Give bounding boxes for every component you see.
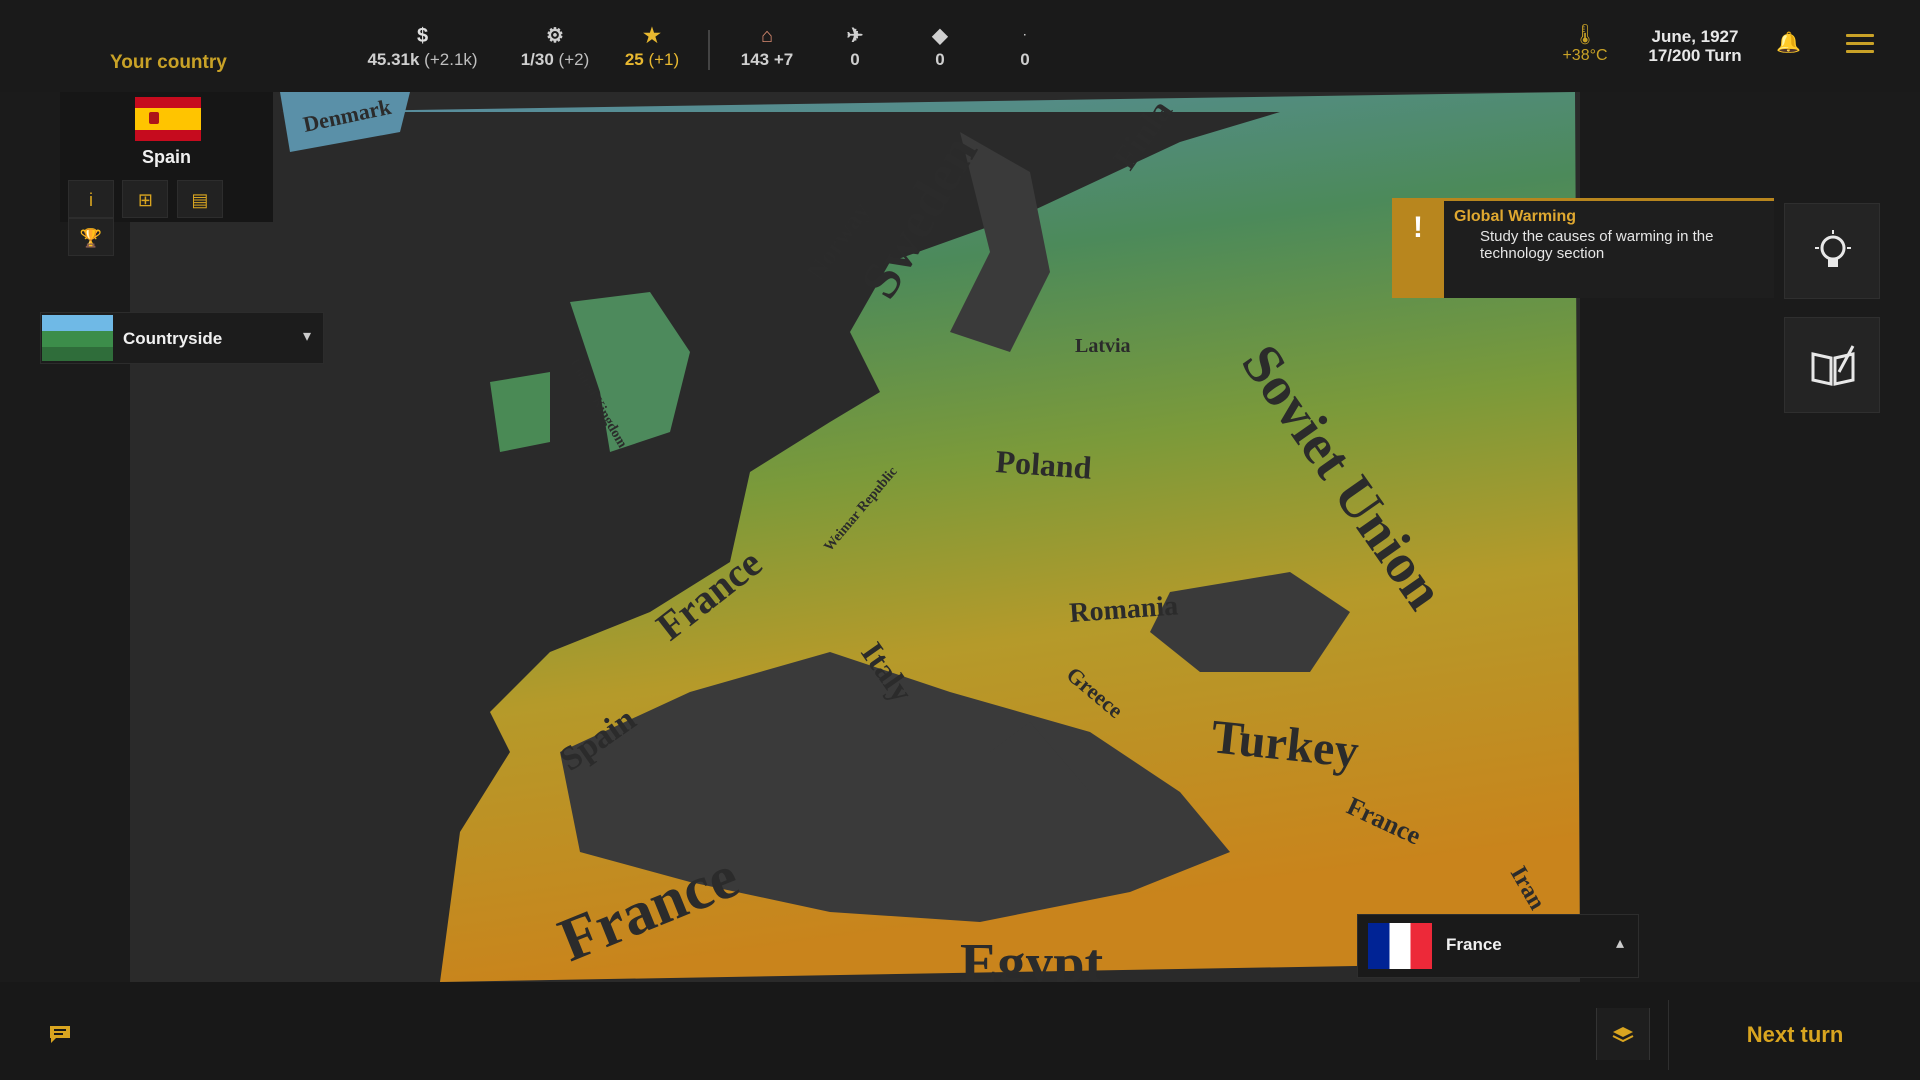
money-resource[interactable]: $ 45.31k (+2.1k) [360,24,485,74]
book-quill-icon [1811,345,1855,386]
temperature-display[interactable]: 🌡 +38°C [1550,22,1620,65]
gear-icon: ⚙ [546,25,564,47]
exclamation-icon: ! [1392,198,1444,298]
date-display: June, 1927 17/200 Turn [1620,27,1770,65]
next-turn-button[interactable]: Next turn [1668,1000,1920,1070]
factory-resource[interactable]: ⌂ 143 +7 [730,24,804,74]
star-icon: ★ [643,25,661,47]
thermometer-icon: 🌡 [1572,24,1598,46]
ireland-land [490,372,550,452]
jet-resource[interactable]: ✈ 0 [830,24,880,74]
diamond-icon: ◆ [932,25,948,47]
factory-icon: ⌂ [760,25,774,47]
chevron-up-icon: ▴ [1615,935,1624,952]
documents-icon[interactable]: ▤ [176,180,223,218]
country-panel: Spain i ⊞ ▤ 🏆 [60,92,274,256]
layers-icon [1612,1027,1634,1043]
laws-button[interactable] [1784,317,1880,413]
countryside-label: Countryside [123,329,223,348]
map-label-egypt: Egypt [960,933,1103,982]
hamburger-menu-icon[interactable] [1846,34,1874,54]
info-icon[interactable]: i [68,180,114,218]
france-flag [1368,923,1432,969]
notification-description: Study the causes of warming in the techn… [1480,228,1714,262]
dollar-icon: $ [416,25,429,47]
chevron-down-icon: ▾ [302,328,311,345]
date-label: June, 1927 [1651,27,1739,46]
map-layer-dropdown[interactable]: Countryside ▾ [40,312,324,364]
tech-tree-icon[interactable]: ⊞ [122,180,169,218]
lightbulb-icon [1815,230,1851,267]
research-button[interactable] [1784,203,1880,299]
chat-icon[interactable] [48,1024,72,1044]
your-country-label: Your country [110,52,227,73]
europe-map[interactable]: Denmark Sweden Finla Norway Latvia Polan… [130,92,1580,982]
top-bar: Your country $ 45.31k (+2.1k) ⚙ 1/30 (+2… [0,0,1920,92]
divider [708,30,710,70]
country-panel-buttons: i ⊞ ▤ 🏆 [68,180,273,256]
slots-resource[interactable]: ⚙ 1/30 (+2) [510,24,600,74]
atom-resource[interactable]: · 0 [1000,24,1050,74]
selected-country-label: France [1446,935,1502,954]
trophy-icon[interactable]: 🏆 [68,218,114,256]
map-label-latvia: Latvia [1075,335,1131,357]
jet-icon: ✈ [846,25,864,47]
stars-resource[interactable]: ★ 25 (+1) [618,24,686,74]
diamond-resource[interactable]: ◆ 0 [915,24,965,74]
country-selector[interactable]: France ▴ [1357,914,1639,978]
bell-icon[interactable]: 🔔 [1776,30,1801,54]
notification-title: Global Warming [1454,208,1577,225]
notification-accent-line [1444,198,1774,201]
countryside-thumbnail [42,315,113,361]
layers-button[interactable] [1596,1008,1650,1060]
spain-flag [135,97,201,141]
turn-label: 17/200 Turn [1648,46,1742,65]
global-warming-notification[interactable]: ! Global Warming Study the causes of war… [1392,198,1774,298]
map-label-poland: Poland [995,443,1094,486]
atom-icon: · [1023,30,1027,41]
country-name: Spain [141,147,191,167]
